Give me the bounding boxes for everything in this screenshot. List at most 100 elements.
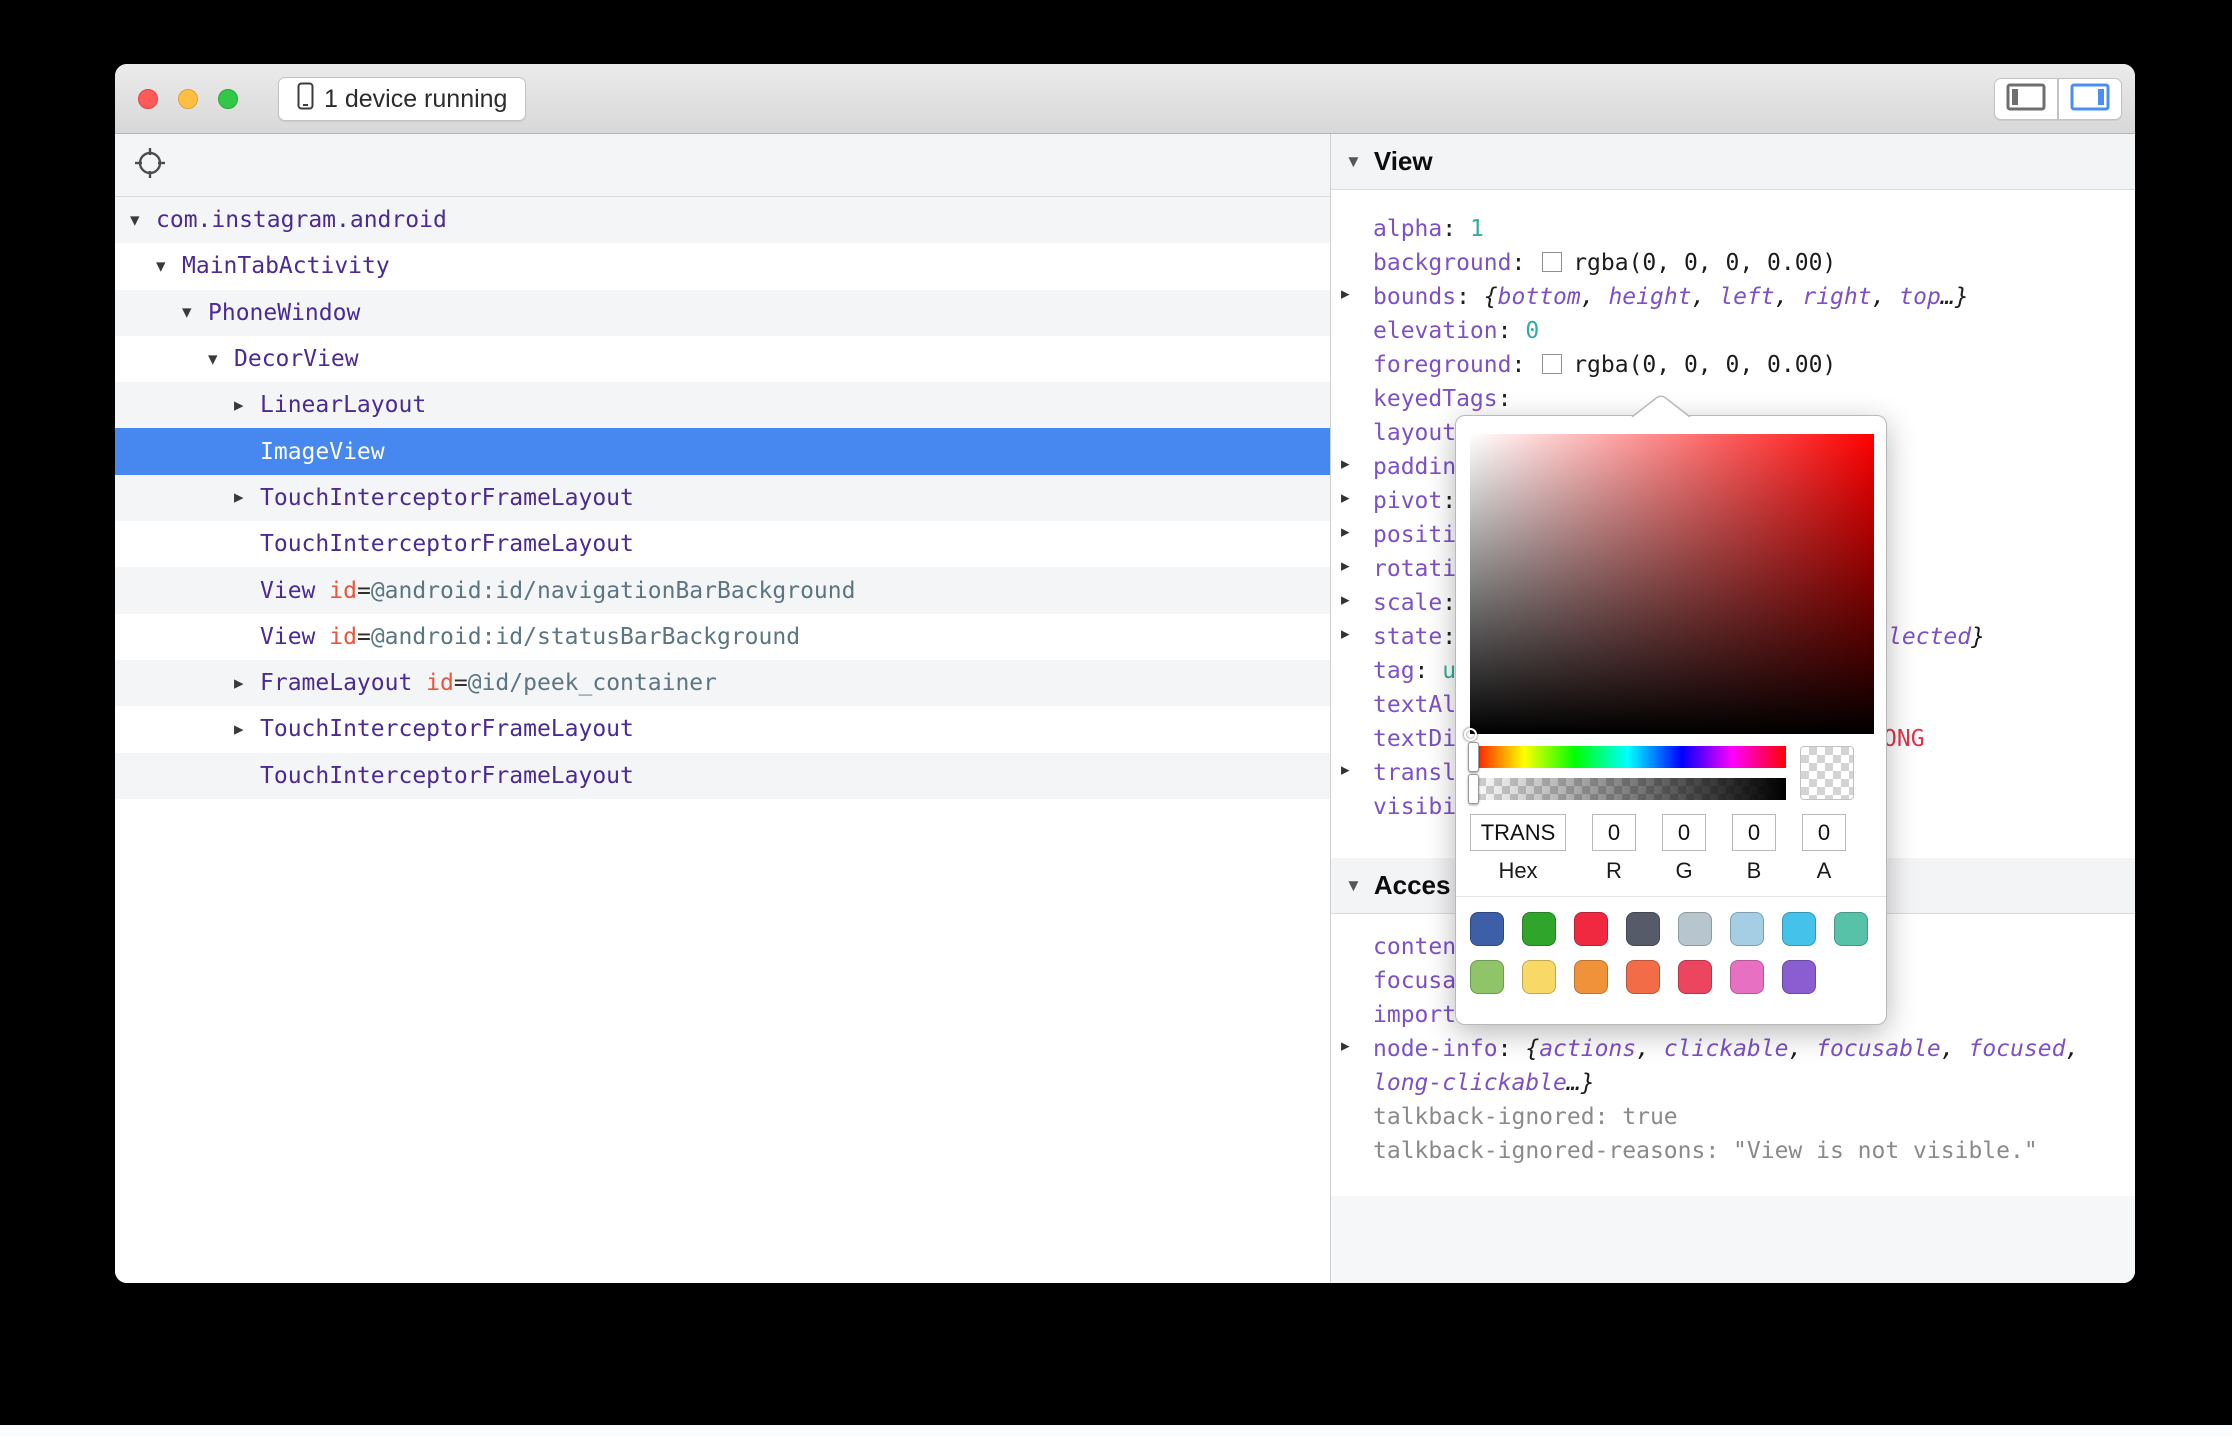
- color-swatch-checkbox[interactable]: [1542, 252, 1562, 272]
- palette-color-swatch[interactable]: [1470, 912, 1504, 946]
- section-collapse-icon: ▼: [1345, 152, 1362, 172]
- text-segment: ONG: [1883, 726, 1925, 752]
- expand-arrow-icon[interactable]: ▸: [1341, 760, 1350, 780]
- expand-arrow-icon[interactable]: ▸: [1341, 1036, 1350, 1056]
- text-segment: ,: [1788, 1036, 1816, 1062]
- blue-input[interactable]: [1732, 814, 1776, 851]
- palette-color-swatch[interactable]: [1678, 960, 1712, 994]
- tree-row[interactable]: ▸FrameLayout id=@id/peek_container: [115, 660, 1330, 706]
- text-segment: =: [357, 624, 371, 650]
- tree-row[interactable]: ▸TouchInterceptorFrameLayout: [115, 475, 1330, 521]
- property-row[interactable]: ▸bounds: {bottom, height, left, right, t…: [1331, 284, 2135, 318]
- text-segment: ImageView: [260, 439, 385, 465]
- palette-color-swatch[interactable]: [1522, 912, 1556, 946]
- hue-slider[interactable]: [1470, 746, 1786, 768]
- text-segment: rotati: [1373, 556, 1456, 582]
- palette-color-swatch[interactable]: [1626, 960, 1660, 994]
- alpha-gradient: [1470, 778, 1786, 800]
- palette-color-swatch[interactable]: [1782, 912, 1816, 946]
- inspect-target-icon[interactable]: [133, 146, 167, 185]
- tree-row[interactable]: ▾com.instagram.android: [115, 197, 1330, 243]
- text-segment: bounds: [1373, 284, 1456, 310]
- text-segment: foreground: [1373, 352, 1511, 378]
- chevron-down-icon[interactable]: ▾: [156, 255, 182, 278]
- tree-row[interactable]: ▸LinearLayout: [115, 382, 1330, 428]
- text-segment: id: [329, 624, 357, 650]
- text-segment: …}: [1567, 1070, 1595, 1096]
- chevron-down-icon[interactable]: ▾: [182, 301, 208, 324]
- chevron-down-icon[interactable]: ▾: [130, 209, 156, 232]
- tree-row[interactable]: TouchInterceptorFrameLayout: [115, 521, 1330, 567]
- palette-color-swatch[interactable]: [1730, 912, 1764, 946]
- text-segment: positi: [1373, 522, 1456, 548]
- text-segment: ,: [1941, 1036, 1969, 1062]
- expand-arrow-icon[interactable]: ▸: [1341, 488, 1350, 508]
- expand-arrow-icon[interactable]: ▸: [1341, 454, 1350, 474]
- text-segment: :: [1456, 284, 1484, 310]
- palette-color-swatch[interactable]: [1626, 912, 1660, 946]
- chevron-right-icon[interactable]: ▸: [234, 486, 260, 509]
- tree-row[interactable]: View id=@android:id/navigationBarBackgro…: [115, 567, 1330, 613]
- alpha-slider-thumb[interactable]: [1468, 774, 1479, 804]
- tree-row[interactable]: TouchInterceptorFrameLayout: [115, 753, 1330, 799]
- g-label: G: [1662, 858, 1706, 884]
- chevron-right-icon[interactable]: ▸: [234, 718, 260, 741]
- view-section-header[interactable]: ▼ View: [1331, 134, 2135, 190]
- toggle-left-panel-button[interactable]: [1994, 78, 2058, 120]
- text-segment: ,: [1581, 284, 1609, 310]
- hex-input[interactable]: [1470, 814, 1566, 851]
- alpha-input[interactable]: [1802, 814, 1846, 851]
- property-row: long-clickable…}: [1331, 1070, 2135, 1104]
- text-segment: alpha: [1373, 216, 1442, 242]
- device-running-button[interactable]: 1 device running: [278, 77, 526, 121]
- palette-color-swatch[interactable]: [1678, 912, 1712, 946]
- red-input[interactable]: [1592, 814, 1636, 851]
- popover-arrow: [1631, 395, 1691, 417]
- alpha-slider[interactable]: [1470, 778, 1786, 800]
- palette-color-swatch[interactable]: [1574, 912, 1608, 946]
- minimize-window-button[interactable]: [178, 89, 198, 109]
- palette-color-swatch[interactable]: [1470, 960, 1504, 994]
- tree-row[interactable]: ▾MainTabActivity: [115, 243, 1330, 289]
- palette-color-swatch[interactable]: [1834, 912, 1868, 946]
- tree-row[interactable]: View id=@android:id/statusBarBackground: [115, 614, 1330, 660]
- green-input[interactable]: [1662, 814, 1706, 851]
- expand-arrow-icon[interactable]: ▸: [1341, 590, 1350, 610]
- property-row: foreground: rgba(0, 0, 0, 0.00): [1331, 352, 2135, 386]
- view-section-title: View: [1374, 146, 1433, 177]
- property-row[interactable]: ▸node-info: {actions, clickable, focusab…: [1331, 1036, 2135, 1070]
- expand-arrow-icon[interactable]: ▸: [1341, 284, 1350, 304]
- hue-slider-thumb[interactable]: [1468, 742, 1479, 772]
- b-label: B: [1732, 858, 1776, 884]
- zoom-window-button[interactable]: [218, 89, 238, 109]
- close-window-button[interactable]: [138, 89, 158, 109]
- chevron-right-icon[interactable]: ▸: [234, 672, 260, 695]
- text-segment: :: [1498, 1036, 1526, 1062]
- palette-color-swatch[interactable]: [1730, 960, 1764, 994]
- palette-color-swatch[interactable]: [1782, 960, 1816, 994]
- tree-row[interactable]: ▾PhoneWindow: [115, 290, 1330, 336]
- text-segment: long-clickable: [1373, 1070, 1567, 1096]
- expand-arrow-icon[interactable]: ▸: [1341, 522, 1350, 542]
- tree-row[interactable]: ▸TouchInterceptorFrameLayout: [115, 706, 1330, 752]
- palette-color-swatch[interactable]: [1522, 960, 1556, 994]
- palette-color-swatch[interactable]: [1574, 960, 1608, 994]
- expand-arrow-icon[interactable]: ▸: [1341, 556, 1350, 576]
- text-segment: id: [329, 578, 357, 604]
- color-marker[interactable]: [1464, 728, 1477, 741]
- saturation-value-gradient[interactable]: [1470, 434, 1874, 734]
- text-segment: rgba(0, 0, 0, 0.00): [1573, 250, 1836, 276]
- section-collapse-icon: ▼: [1345, 876, 1362, 896]
- color-field-labels: Hex R G B A: [1470, 858, 1846, 884]
- occluded-value-fragment: ONG: [1883, 726, 1925, 752]
- text-segment: com.instagram.android: [156, 207, 447, 233]
- text-segment: "View is not visible.": [1733, 1138, 2038, 1164]
- tree-row[interactable]: ImageView: [115, 428, 1330, 474]
- chevron-down-icon[interactable]: ▾: [208, 348, 234, 371]
- chevron-right-icon[interactable]: ▸: [234, 394, 260, 417]
- tree-row[interactable]: ▾DecorView: [115, 336, 1330, 382]
- color-swatch-checkbox[interactable]: [1542, 354, 1562, 374]
- toggle-right-panel-button[interactable]: [2058, 78, 2122, 120]
- panel-right-icon: [2070, 83, 2110, 116]
- expand-arrow-icon[interactable]: ▸: [1341, 624, 1350, 644]
